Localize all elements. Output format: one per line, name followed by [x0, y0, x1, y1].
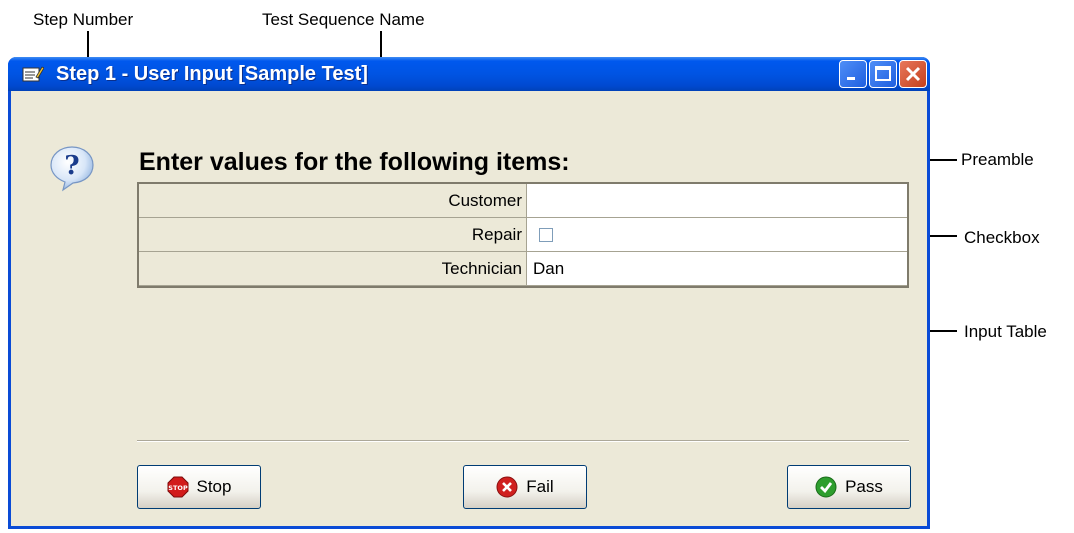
- check-icon: [815, 476, 837, 498]
- minimize-icon: [847, 77, 855, 80]
- window-title: Step 1 - User Input [Sample Test]: [56, 63, 368, 85]
- customer-input[interactable]: [527, 184, 907, 218]
- edit-form-icon: [22, 66, 44, 82]
- button-separator: [137, 440, 909, 442]
- callout-checkbox: Checkbox: [964, 228, 1040, 247]
- table-row: Repair: [139, 218, 907, 252]
- callout-input-table: Input Table: [964, 322, 1047, 341]
- fail-button[interactable]: Fail: [463, 465, 587, 509]
- row-label-customer: Customer: [139, 184, 527, 218]
- table-row: Customer: [139, 184, 907, 218]
- close-button[interactable]: [899, 60, 927, 88]
- callout-step-number: Step Number: [33, 10, 134, 29]
- callout-preamble: Preamble: [961, 150, 1034, 169]
- pass-button[interactable]: Pass: [787, 465, 911, 509]
- technician-input[interactable]: Dan: [527, 252, 907, 286]
- dialog-window: Step 1 - User Input [Sample Test] ? Ente…: [8, 57, 930, 529]
- title-bar[interactable]: Step 1 - User Input [Sample Test]: [8, 57, 930, 91]
- fail-label: Fail: [526, 477, 554, 496]
- maximize-button[interactable]: [869, 60, 897, 88]
- svg-text:STOP: STOP: [168, 484, 188, 492]
- row-label-technician: Technician: [139, 252, 527, 286]
- table-row: Technician Dan: [139, 252, 907, 286]
- fail-icon: [496, 476, 518, 498]
- close-icon: [905, 66, 921, 82]
- stop-button[interactable]: STOP Stop: [137, 465, 261, 509]
- stop-icon: STOP: [167, 476, 188, 498]
- repair-checkbox[interactable]: [539, 228, 553, 242]
- minimize-button[interactable]: [839, 60, 867, 88]
- question-icon: ?: [50, 146, 94, 192]
- callout-test-sequence-name: Test Sequence Name: [262, 10, 425, 29]
- pass-label: Pass: [845, 477, 883, 496]
- row-label-repair: Repair: [139, 218, 527, 252]
- stop-label: Stop: [196, 477, 232, 496]
- maximize-icon: [875, 66, 891, 81]
- repair-cell: [527, 218, 907, 252]
- svg-text:?: ?: [64, 151, 79, 181]
- input-table: Customer Repair Technician Dan: [137, 182, 909, 288]
- preamble-text: Enter values for the following items:: [139, 148, 570, 176]
